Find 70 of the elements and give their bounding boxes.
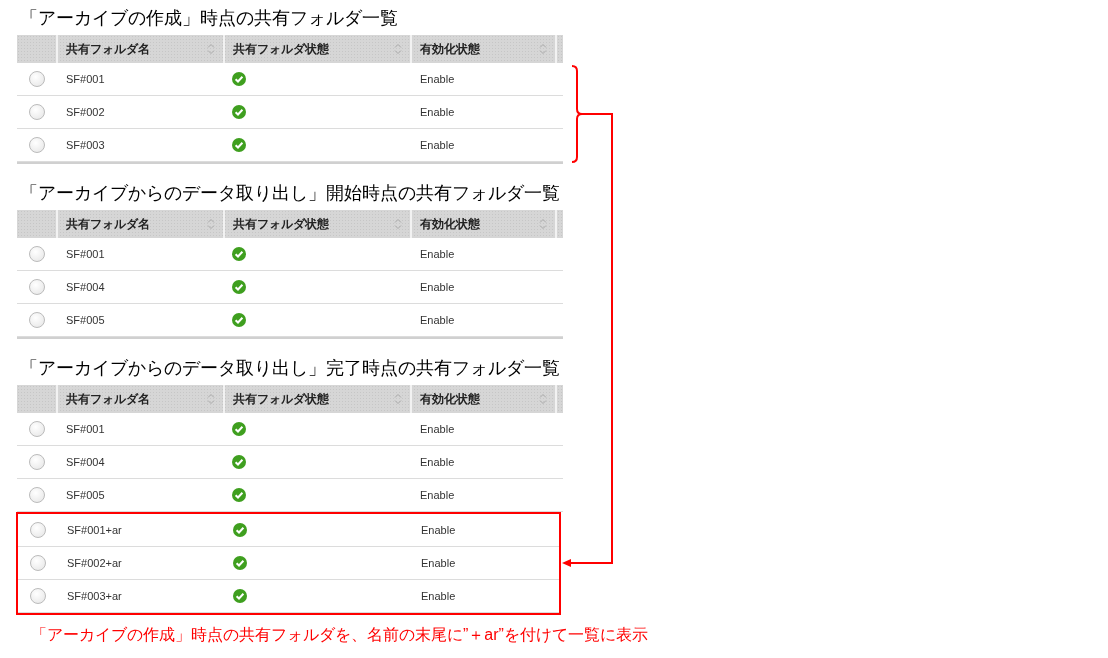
check-circle-icon: [232, 422, 246, 436]
enabled-status: Enable: [419, 456, 456, 468]
column-header[interactable]: 有効化状態: [420, 215, 480, 233]
radio-button[interactable]: [29, 104, 45, 120]
radio-button[interactable]: [30, 588, 46, 604]
check-circle-icon: [232, 455, 246, 469]
check-circle-icon: [232, 488, 246, 502]
radio-button[interactable]: [29, 246, 45, 262]
radio-button[interactable]: [29, 279, 45, 295]
annotation-caption: 「アーカイブの作成」時点の共有フォルダを、名前の末尾に”＋ar”を付けて一覧に表示: [31, 625, 649, 645]
radio-button[interactable]: [29, 487, 45, 503]
column-header[interactable]: 共有フォルダ状態: [233, 215, 329, 233]
radio-button[interactable]: [29, 312, 45, 328]
enabled-status: Enable: [420, 590, 457, 602]
radio-button[interactable]: [29, 71, 45, 87]
folder-name: SF#004: [65, 456, 106, 468]
folder-name: SF#003: [65, 139, 106, 151]
check-circle-icon: [232, 313, 246, 327]
sort-icon[interactable]: [207, 43, 215, 55]
enabled-status: Enable: [419, 139, 456, 151]
sort-icon[interactable]: [207, 393, 215, 405]
column-header[interactable]: 有効化状態: [420, 40, 480, 58]
enabled-status: Enable: [419, 106, 456, 118]
sort-icon[interactable]: [394, 43, 402, 55]
enabled-status: Enable: [419, 248, 456, 260]
section-title: 「アーカイブの作成」時点の共有フォルダ一覧: [20, 7, 399, 30]
enabled-status: Enable: [419, 281, 456, 293]
folder-name: SF#001: [65, 73, 106, 85]
folder-name: SF#005: [65, 489, 106, 501]
sort-icon[interactable]: [207, 218, 215, 230]
check-circle-icon: [232, 105, 246, 119]
check-circle-icon: [232, 72, 246, 86]
sort-icon[interactable]: [394, 218, 402, 230]
folder-name: SF#001: [65, 248, 106, 260]
check-circle-icon: [233, 523, 247, 537]
sort-icon[interactable]: [539, 43, 547, 55]
sort-icon[interactable]: [394, 393, 402, 405]
radio-button[interactable]: [29, 137, 45, 153]
radio-button[interactable]: [30, 555, 46, 571]
check-circle-icon: [232, 138, 246, 152]
folder-name: SF#001: [65, 423, 106, 435]
enabled-status: Enable: [420, 524, 457, 536]
enabled-status: Enable: [419, 314, 456, 326]
section-title: 「アーカイブからのデータ取り出し」完了時点の共有フォルダ一覧: [20, 357, 561, 380]
enabled-status: Enable: [419, 423, 456, 435]
radio-button[interactable]: [30, 522, 46, 538]
folder-name: SF#001+ar: [66, 524, 123, 536]
enabled-status: Enable: [419, 489, 456, 501]
check-circle-icon: [233, 589, 247, 603]
enabled-status: Enable: [420, 557, 457, 569]
radio-button[interactable]: [29, 454, 45, 470]
radio-button[interactable]: [29, 421, 45, 437]
section-title: 「アーカイブからのデータ取り出し」開始時点の共有フォルダ一覧: [20, 182, 561, 205]
folder-name: SF#002+ar: [66, 557, 123, 569]
column-header[interactable]: 共有フォルダ名: [66, 40, 150, 58]
check-circle-icon: [232, 280, 246, 294]
enabled-status: Enable: [419, 73, 456, 85]
column-header[interactable]: 共有フォルダ名: [66, 215, 150, 233]
column-header[interactable]: 共有フォルダ名: [66, 390, 150, 408]
column-header[interactable]: 有効化状態: [420, 390, 480, 408]
folder-name: SF#002: [65, 106, 106, 118]
sort-icon[interactable]: [539, 218, 547, 230]
sort-icon[interactable]: [539, 393, 547, 405]
folder-name: SF#003+ar: [66, 590, 123, 602]
check-circle-icon: [232, 247, 246, 261]
column-header[interactable]: 共有フォルダ状態: [233, 390, 329, 408]
check-circle-icon: [233, 556, 247, 570]
column-header[interactable]: 共有フォルダ状態: [233, 40, 329, 58]
folder-name: SF#004: [65, 281, 106, 293]
folder-name: SF#005: [65, 314, 106, 326]
